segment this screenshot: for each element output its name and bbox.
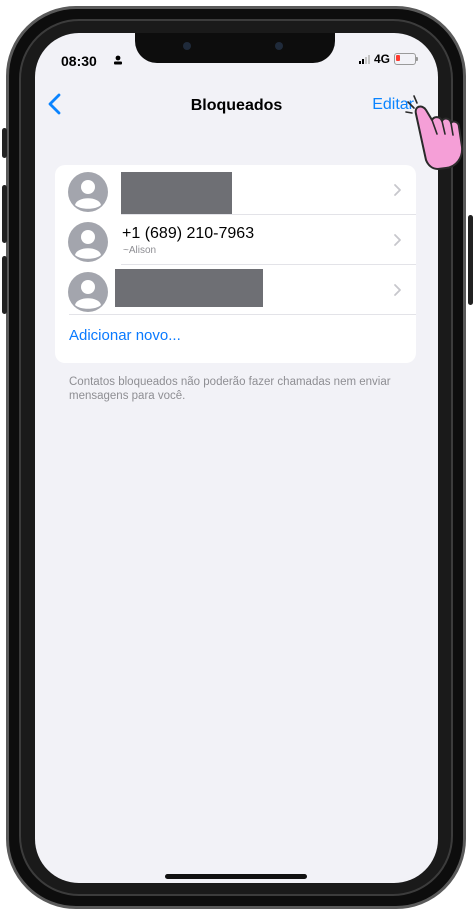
volume-down-button xyxy=(2,256,7,314)
contact-name-label: ~Alison xyxy=(123,245,157,256)
volume-up-button xyxy=(2,185,7,243)
person-status-icon xyxy=(114,55,122,65)
chevron-right-icon xyxy=(394,184,401,196)
contact-avatar-icon xyxy=(68,172,108,212)
status-time: 08:30 xyxy=(61,53,97,69)
home-indicator[interactable] xyxy=(165,874,307,879)
hand-pointer-icon xyxy=(405,95,464,170)
contact-avatar-icon xyxy=(68,272,108,312)
contact-avatar-icon xyxy=(68,222,108,262)
blocked-info-note: Contatos bloqueados não poderão fazer ch… xyxy=(69,376,391,402)
front-camera xyxy=(275,42,283,50)
redacted-contact-name xyxy=(115,269,263,307)
status-indicators: 4G xyxy=(358,52,418,66)
row-divider xyxy=(69,314,416,315)
notch xyxy=(135,33,335,63)
power-button xyxy=(468,215,473,305)
battery-icon xyxy=(394,53,418,65)
chevron-right-icon xyxy=(394,284,401,296)
signal-icon xyxy=(358,54,370,64)
screen: 08:30 4G Bloqueados Editar +1 (689) 210-… xyxy=(35,33,438,883)
blocked-contact-row[interactable]: +1 (689) 210-7963 ~Alison xyxy=(55,215,416,265)
notch-sensor xyxy=(183,42,191,50)
redacted-contact-name xyxy=(121,172,232,214)
chevron-right-icon xyxy=(394,234,401,246)
network-type: 4G xyxy=(373,52,390,66)
contact-phone-number: +1 (689) 210-7963 xyxy=(122,225,255,242)
blocked-contact-row[interactable] xyxy=(55,265,416,315)
blocked-contact-row[interactable] xyxy=(55,165,416,215)
silent-switch xyxy=(2,128,7,158)
blocked-contacts-list: +1 (689) 210-7963 ~Alison Adicionar novo… xyxy=(55,165,416,363)
add-new-button[interactable]: Adicionar novo... xyxy=(69,327,181,344)
